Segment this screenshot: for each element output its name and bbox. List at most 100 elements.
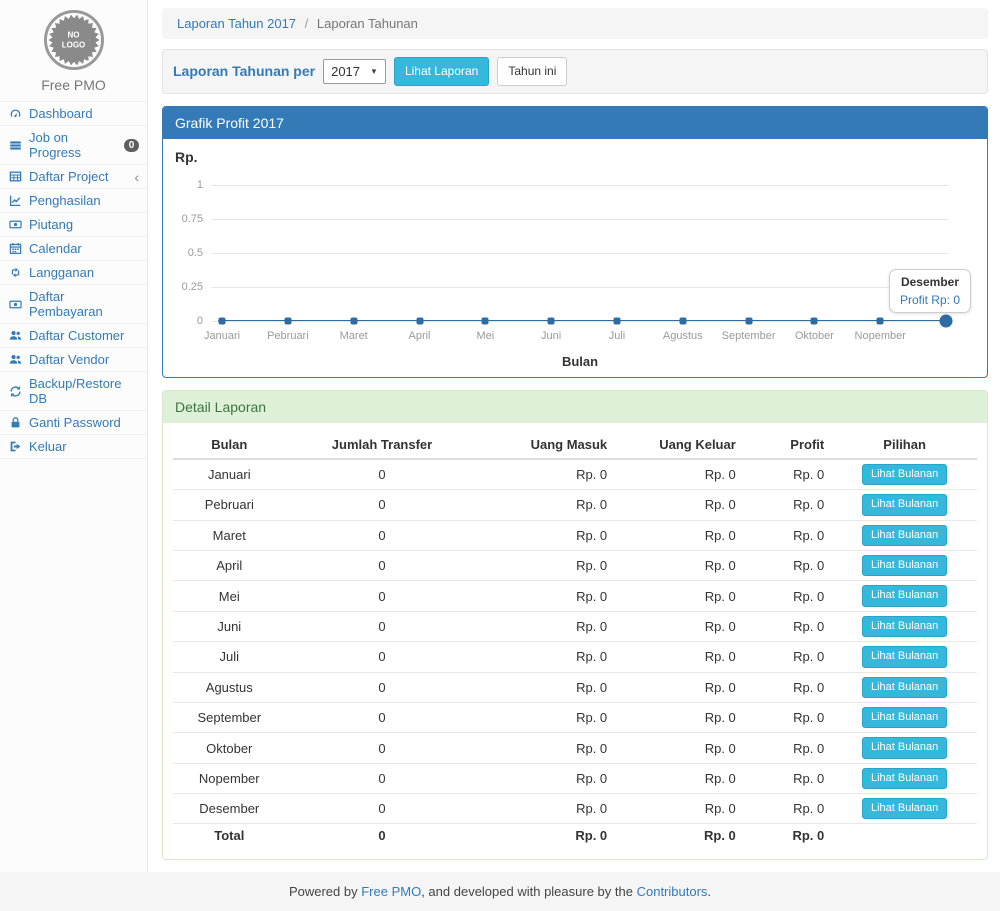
lihat-bulanan-button[interactable]: Lihat Bulanan: [862, 768, 947, 789]
lihat-bulanan-button[interactable]: Lihat Bulanan: [862, 798, 947, 819]
main-content: Laporan Tahun 2017 / Laporan Tahunan Lap…: [148, 0, 1000, 872]
cell-uang-keluar: Rp. 0: [615, 459, 744, 490]
cell-jumlah-transfer: 0: [286, 550, 479, 580]
footer-link-freepmo[interactable]: Free PMO: [361, 884, 421, 899]
breadcrumb-separator: /: [305, 16, 309, 31]
data-point-maret[interactable]: [350, 317, 357, 324]
plot-area: Bulan 10.750.50.250JanuariPebruariMaretA…: [211, 185, 949, 321]
year-select-value: 2017: [331, 64, 360, 79]
sidebar-item-label: Dashboard: [29, 106, 93, 121]
sidebar-item-daftar-customer[interactable]: Daftar Customer: [0, 324, 147, 348]
sidebar-item-label: Daftar Vendor: [29, 352, 109, 367]
lihat-bulanan-button[interactable]: Lihat Bulanan: [862, 494, 947, 515]
data-point-juni[interactable]: [548, 317, 555, 324]
breadcrumb-link[interactable]: Laporan Tahun 2017: [177, 16, 296, 31]
data-point-mei[interactable]: [482, 317, 489, 324]
sidebar-item-label: Langganan: [29, 265, 94, 280]
cell-jumlah-transfer: 0: [286, 763, 479, 793]
sidebar-item-piutang[interactable]: Piutang: [0, 213, 147, 237]
cell-pilihan: Lihat Bulanan: [832, 763, 977, 793]
cell-uang-keluar: Rp. 0: [615, 611, 744, 641]
lihat-bulanan-button[interactable]: Lihat Bulanan: [862, 646, 947, 667]
cell-pilihan: Lihat Bulanan: [832, 672, 977, 702]
data-point-agustus[interactable]: [679, 317, 686, 324]
data-point-september[interactable]: [745, 317, 752, 324]
lihat-bulanan-button[interactable]: Lihat Bulanan: [862, 555, 947, 576]
cell-uang-keluar: Rp. 0: [615, 702, 744, 732]
data-point-desember[interactable]: [940, 314, 953, 327]
sidebar-item-label: Keluar: [29, 439, 67, 454]
sidebar-item-label: Backup/Restore DB: [29, 376, 139, 406]
cell-uang-masuk: Rp. 0: [479, 794, 616, 824]
year-select[interactable]: 2017 ▼: [323, 59, 386, 84]
footer-link-contributors[interactable]: Contributors: [637, 884, 708, 899]
cell-jumlah-transfer: 0: [286, 672, 479, 702]
cell-uang-masuk: Rp. 0: [479, 642, 616, 672]
cell-jumlah-transfer: 0: [286, 702, 479, 732]
sidebar-item-label: Job on Progress: [29, 130, 118, 160]
cell-bulan: Oktober: [173, 733, 286, 763]
report-panel-title: Detail Laporan: [163, 391, 987, 423]
table-row-nopember: Nopember0Rp. 0Rp. 0Rp. 0Lihat Bulanan: [173, 763, 977, 793]
cell-bulan: Januari: [173, 459, 286, 490]
lihat-bulanan-button[interactable]: Lihat Bulanan: [862, 616, 947, 637]
sidebar-item-langganan[interactable]: Langganan: [0, 261, 147, 285]
cell-bulan: Agustus: [173, 672, 286, 702]
sign-out-icon: [8, 440, 23, 453]
data-point-nopember[interactable]: [877, 317, 884, 324]
table-row-mei: Mei0Rp. 0Rp. 0Rp. 0Lihat Bulanan: [173, 581, 977, 611]
logo: NO LOGO Free PMO: [0, 0, 147, 101]
users-icon: [8, 329, 23, 342]
cell-bulan: September: [173, 702, 286, 732]
data-point-april[interactable]: [416, 317, 423, 324]
tahun-ini-button[interactable]: Tahun ini: [497, 57, 567, 86]
profit-chart: Rp. Bulan 10.750.50.250JanuariPebruariMa…: [163, 139, 987, 377]
tasks-icon: [8, 139, 23, 152]
cell-profit: Rp. 0: [744, 520, 832, 550]
sidebar-item-keluar[interactable]: Keluar: [0, 435, 147, 459]
footer-text-middle: , and developed with pleasure by the: [421, 884, 633, 899]
total-cell-bulan: Total: [173, 824, 286, 848]
cell-uang-keluar: Rp. 0: [615, 672, 744, 702]
x-axis-tick: Oktober: [795, 330, 834, 342]
lihat-bulanan-button[interactable]: Lihat Bulanan: [862, 707, 947, 728]
footer: Powered by Free PMO, and developed with …: [0, 872, 1000, 911]
column-header-jumlah-transfer: Jumlah Transfer: [286, 431, 479, 459]
cell-profit: Rp. 0: [744, 794, 832, 824]
chevron-down-icon: ▼: [370, 67, 378, 76]
lihat-laporan-button[interactable]: Lihat Laporan: [394, 57, 489, 86]
table-row-januari: Januari0Rp. 0Rp. 0Rp. 0Lihat Bulanan: [173, 459, 977, 490]
sidebar-item-backup-restore-db[interactable]: Backup/Restore DB: [0, 372, 147, 411]
table-row-maret: Maret0Rp. 0Rp. 0Rp. 0Lihat Bulanan: [173, 520, 977, 550]
data-point-januari[interactable]: [219, 317, 226, 324]
lihat-bulanan-button[interactable]: Lihat Bulanan: [862, 737, 947, 758]
gridline: 0.75: [211, 219, 949, 220]
sidebar-item-daftar-pembayaran[interactable]: Daftar Pembayaran: [0, 285, 147, 324]
data-point-oktober[interactable]: [811, 317, 818, 324]
cell-profit: Rp. 0: [744, 672, 832, 702]
data-point-juli[interactable]: [613, 317, 620, 324]
chevron-left-icon: ‹: [134, 170, 139, 184]
sidebar-item-calendar[interactable]: Calendar: [0, 237, 147, 261]
lihat-bulanan-button[interactable]: Lihat Bulanan: [862, 677, 947, 698]
sidebar-item-daftar-vendor[interactable]: Daftar Vendor: [0, 348, 147, 372]
lihat-bulanan-button[interactable]: Lihat Bulanan: [862, 585, 947, 606]
table-row-juli: Juli0Rp. 0Rp. 0Rp. 0Lihat Bulanan: [173, 642, 977, 672]
column-header-pilihan: Pilihan: [832, 431, 977, 459]
lihat-bulanan-button[interactable]: Lihat Bulanan: [862, 464, 947, 485]
lock-icon: [8, 416, 23, 429]
lihat-bulanan-button[interactable]: Lihat Bulanan: [862, 525, 947, 546]
total-cell-uang-masuk: Rp. 0: [479, 824, 616, 848]
column-header-bulan: Bulan: [173, 431, 286, 459]
cell-pilihan: Lihat Bulanan: [832, 459, 977, 490]
sidebar-item-daftar-project[interactable]: Daftar Project‹: [0, 165, 147, 189]
x-axis-title: Bulan: [562, 354, 598, 369]
cell-profit: Rp. 0: [744, 459, 832, 490]
sidebar-item-penghasilan[interactable]: Penghasilan: [0, 189, 147, 213]
data-point-pebruari[interactable]: [284, 317, 291, 324]
sidebar: NO LOGO Free PMO Dashboard Job on Progres…: [0, 0, 148, 872]
sidebar-item-job-on-progress[interactable]: Job on Progress0: [0, 126, 147, 165]
sidebar-item-dashboard[interactable]: Dashboard: [0, 102, 147, 126]
sidebar-item-ganti-password[interactable]: Ganti Password: [0, 411, 147, 435]
logo-text: NO LOGO: [57, 30, 91, 49]
